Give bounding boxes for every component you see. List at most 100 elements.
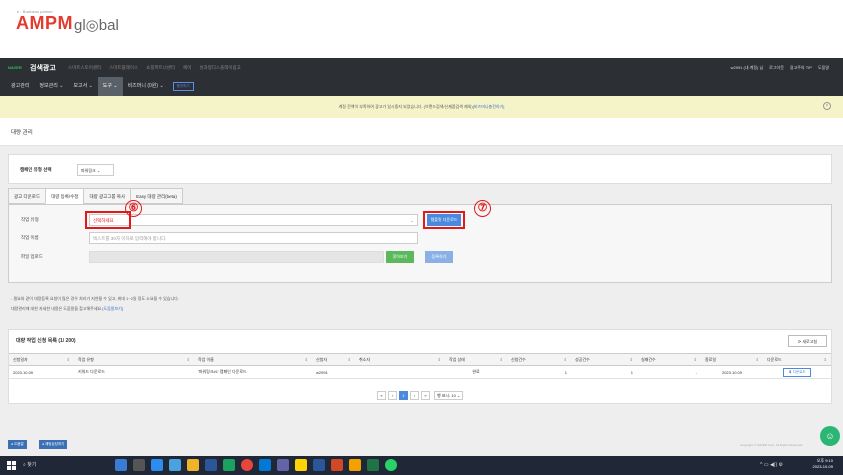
windows-start-icon[interactable]	[7, 461, 16, 470]
cell-date: 2023.10.09	[9, 365, 74, 379]
cell-end: 2023.10.09	[701, 365, 763, 379]
brand-header: e - Business partner AMPM gl◎bal	[0, 0, 843, 58]
cell-canceller	[355, 365, 445, 379]
service-link[interactable]: 쇼핑파트너센터	[146, 65, 175, 71]
tab-ad-download[interactable]: 광고 다운로드	[8, 188, 47, 204]
column-header[interactable]: 성공건수 ⇕	[571, 353, 637, 366]
column-header[interactable]: 작업 유형 ⇕	[74, 353, 194, 366]
menu-tools[interactable]: 도구 ⌄	[97, 77, 123, 96]
app-icon[interactable]	[349, 459, 361, 471]
service-link[interactable]: 성과형디스플레이광고	[199, 65, 240, 71]
notice-text: 계정 잔액이 부족하여 광고가 일시중지 되었습니다. (브랜드검색/신제품검색…	[338, 104, 473, 109]
edge-icon[interactable]	[151, 459, 163, 471]
clock[interactable]: 오후 9:10 2023-10-09	[813, 458, 833, 470]
file-path-field	[89, 251, 384, 263]
job-list: 대량 작업 신청 목록 (1/ 200) ⟳ 새로고침 신청일자 ⇕ 작업 유형 ⇕…	[8, 329, 832, 404]
chatbot-icon[interactable]: ☺	[820, 426, 840, 446]
service-link[interactable]: 스마트스토어센터	[68, 65, 101, 71]
cell-fail: -	[637, 365, 701, 379]
column-header[interactable]: 신청건수 ⇕	[507, 353, 571, 366]
app-icon[interactable]	[223, 459, 235, 471]
notice-link[interactable]: [비즈머니충전하기]	[473, 104, 505, 109]
help-link[interactable]: 도움말	[818, 65, 829, 71]
charge-button[interactable]: 충전하기	[172, 82, 194, 91]
powerpoint-icon[interactable]	[331, 459, 343, 471]
app-icon[interactable]	[205, 459, 217, 471]
column-header[interactable]: 종료일 ⇕	[701, 353, 763, 366]
notice-banner: 계정 잔액이 부족하여 광고가 일시중지 되었습니다. (브랜드검색/신제품검색…	[0, 96, 843, 118]
chrome-icon[interactable]	[241, 459, 253, 471]
user-account[interactable]: w2991 (내 계정) 님	[731, 65, 764, 71]
taskbar-search[interactable]: ⌕ 찾기	[23, 460, 103, 471]
service-menu: 스마트스토어센터 스마트플레이스 쇼핑파트너센터 페이 성과형디스플레이광고	[68, 65, 241, 71]
cell-requested: 1	[507, 365, 571, 379]
column-header[interactable]: 다운로드 ⇕	[763, 353, 831, 366]
cell-name: '파워링크#1' 캠페인 다운로드	[194, 365, 312, 379]
table-row: 2023.10.09 키워드 다운로드 '파워링크#1' 캠페인 다운로드 w2…	[9, 365, 831, 379]
column-header[interactable]: 작업 이름 ⇕	[194, 353, 312, 366]
column-header[interactable]: 작업 상태 ⇕	[445, 353, 507, 366]
service-link[interactable]: 스마트플레이스	[109, 65, 138, 71]
tip-link[interactable]: 광고주의 TIP	[790, 65, 812, 71]
cell-success: 1	[571, 365, 637, 379]
excel-icon[interactable]	[367, 459, 379, 471]
tab-adgroup-copy[interactable]: 대량 광고그룹 복사	[83, 188, 132, 204]
cell-status: 완료	[445, 365, 507, 379]
job-name-label: 작업 이름	[21, 235, 39, 240]
app-icon[interactable]	[259, 459, 271, 471]
column-header[interactable]: 취소자 ⇕	[355, 353, 445, 366]
column-header[interactable]: 신청일자 ⇕	[9, 353, 74, 366]
register-button[interactable]: 등록하기	[425, 251, 453, 263]
campaign-type-select[interactable]: 파워링크 ⌄	[77, 164, 114, 176]
cell-requester: w2991	[312, 365, 355, 379]
job-name-input[interactable]: 텍스트를 30자 이하로 입력해야 합니다.	[89, 232, 418, 244]
help-button[interactable]: ● 도움말	[8, 440, 27, 449]
app-icon[interactable]	[277, 459, 289, 471]
next-page-button[interactable]: ›	[410, 391, 419, 400]
column-header[interactable]: 신청자 ⇕	[312, 353, 355, 366]
taskview-icon[interactable]	[133, 459, 145, 471]
browse-button[interactable]: 찾아보기	[386, 251, 414, 263]
service-title[interactable]: 검색광고	[30, 63, 56, 73]
app-icon[interactable]	[385, 459, 397, 471]
first-page-button[interactable]: «	[377, 391, 386, 400]
logout-link[interactable]: 로그아웃	[769, 65, 784, 71]
footer: ● 도움말 ● 채팅상담하기 Copyright © NAVER Corp. A…	[0, 426, 843, 456]
file-upload-label: 파일 업로드	[21, 254, 43, 259]
word-icon[interactable]	[313, 459, 325, 471]
column-header[interactable]: 실패건수 ⇕	[637, 353, 701, 366]
menu-info-management[interactable]: 정보관리 ⌄	[34, 77, 68, 96]
chevron-down-icon: ⌄	[410, 218, 414, 223]
last-page-button[interactable]: »	[421, 391, 430, 400]
pagination: « ‹ 1 › » 행 표시: 10 ⌄	[377, 391, 464, 400]
taskbar-apps	[115, 459, 397, 471]
help-link[interactable]: [도움말보기]	[102, 306, 123, 311]
close-icon[interactable]: ×	[823, 102, 831, 110]
tab-bulk-register[interactable]: 대량 등록/수정	[45, 188, 85, 204]
job-type-select[interactable]: 선택하세요 ⌄	[89, 214, 418, 226]
campaign-filter: 캠페인 유형 선택 파워링크 ⌄	[8, 154, 832, 184]
app-icon[interactable]	[115, 459, 127, 471]
menu-ad-management[interactable]: 광고관리	[6, 77, 34, 96]
page-number[interactable]: 1	[399, 391, 408, 400]
kakaotalk-icon[interactable]	[295, 459, 307, 471]
folder-icon[interactable]	[187, 459, 199, 471]
windows-taskbar: ⌕ 찾기 ^ ▭ ◀)) ⚙ 오후 9:10 2023-10-09	[0, 456, 843, 475]
job-table: 신청일자 ⇕ 작업 유형 ⇕ 작업 이름 ⇕ 신청자 ⇕ 취소자 ⇕ 작업 상태 ⇕ 신청건…	[9, 353, 831, 379]
naver-logo[interactable]: NAVER	[8, 65, 22, 70]
annotation-number-7: ⑦	[474, 200, 491, 217]
menu-bizmoney[interactable]: 비즈머니 (0원) ⌄	[123, 77, 169, 96]
global-logo: gl◎bal	[74, 17, 119, 34]
cell-download: ⬇ 다운로드	[763, 365, 831, 379]
system-tray-icons[interactable]: ^ ▭ ◀)) ⚙	[760, 462, 783, 468]
chat-consult-button[interactable]: ● 채팅상담하기	[39, 440, 68, 449]
service-link[interactable]: 페이	[183, 65, 191, 71]
prev-page-button[interactable]: ‹	[388, 391, 397, 400]
refresh-button[interactable]: ⟳ 새로고침	[788, 335, 827, 347]
download-button[interactable]: ⬇ 다운로드	[783, 367, 811, 377]
content-area: 캠페인 유형 선택 파워링크 ⌄ 광고 다운로드 대량 등록/수정 대량 광고그…	[0, 146, 843, 436]
annotation-box-7	[423, 211, 465, 229]
app-icon[interactable]	[169, 459, 181, 471]
menu-reports[interactable]: 보고서 ⌄	[68, 77, 97, 96]
page-size-select[interactable]: 행 표시: 10 ⌄	[434, 391, 464, 400]
